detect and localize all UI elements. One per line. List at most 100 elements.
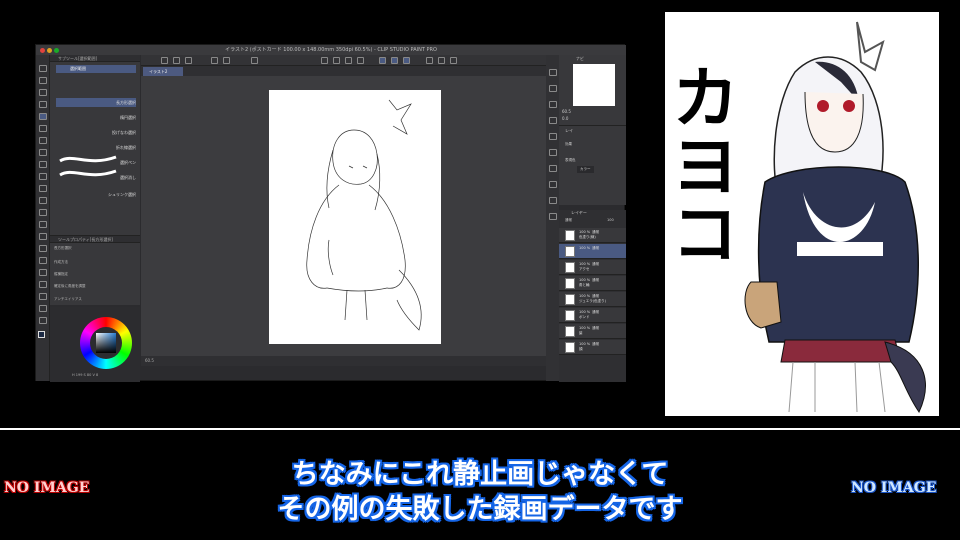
selection-tool-icon[interactable]	[39, 113, 47, 120]
tool-property-panel: ツールプロパティ[長方形選択] 長方形選択 作成方法 縦横指定 確定後に角度を調…	[50, 235, 140, 305]
expression-color-select[interactable]: カラー	[577, 166, 594, 173]
subtool-item-rect[interactable]: 長方形選択	[116, 100, 136, 106]
layer-row[interactable]: 100 % 通常 角と輪	[559, 276, 626, 291]
reference-icon[interactable]	[450, 57, 457, 64]
layer-opacity: 100 %	[579, 326, 591, 330]
correct-line-icon[interactable]	[39, 317, 47, 324]
subtool-header: サブツール[選択範囲]	[50, 55, 140, 62]
navigator-thumbnail[interactable]	[573, 64, 615, 106]
layer-opacity: 100 %	[579, 342, 591, 346]
save-icon[interactable]	[185, 57, 192, 64]
subtool-item-ellipse[interactable]: 楕円選択	[120, 115, 136, 121]
operation-tool-icon[interactable]	[39, 101, 47, 108]
snap-grid-icon[interactable]	[403, 57, 410, 64]
maximize-window-icon[interactable]	[54, 48, 59, 53]
eraser-icon[interactable]	[39, 209, 47, 216]
layer-lock-icon[interactable]	[438, 57, 445, 64]
hand-tool-icon[interactable]	[39, 77, 47, 84]
decoration-icon[interactable]	[39, 197, 47, 204]
opacity-value[interactable]: 100	[607, 218, 614, 222]
figure-icon[interactable]	[39, 257, 47, 264]
subtool-item-selection-eraser[interactable]: 選択消し	[120, 175, 136, 181]
transform-icon[interactable]	[357, 57, 364, 64]
layer-label: 100 % 通常顔	[579, 342, 599, 352]
layer-row[interactable]: 100 % 通常 ボンド	[559, 308, 626, 323]
layer-thumbnail	[565, 342, 575, 353]
layer-row[interactable]: 100 % 通常 ジュエラ(色塗り)	[559, 292, 626, 307]
layer-thumbnail	[565, 262, 575, 273]
zoom-value[interactable]: 60.5	[145, 358, 154, 363]
minimize-window-icon[interactable]	[47, 48, 52, 53]
layer-property-icon[interactable]	[549, 213, 557, 220]
subtool-item-lasso[interactable]: 投げなわ選択	[112, 130, 136, 136]
quick-access-icon[interactable]	[549, 197, 557, 204]
pen-tool-icon[interactable]	[39, 149, 47, 156]
layer-panel-tab[interactable]: レイヤー	[571, 210, 587, 216]
ruler-icon[interactable]	[39, 281, 47, 288]
layer-row[interactable]: 100 % 通常顔	[559, 340, 626, 355]
subtitle-line-1: ちなみにこれ静止画じゃなくて	[291, 459, 669, 490]
frame-border-icon[interactable]	[39, 269, 47, 276]
balloon-icon[interactable]	[39, 305, 47, 312]
move-tool-icon[interactable]	[39, 89, 47, 96]
layer-row[interactable]: 100 % 通常髪	[559, 324, 626, 339]
navigator-icon[interactable]	[549, 85, 557, 92]
snap-ruler-icon[interactable]	[379, 57, 386, 64]
crop-icon[interactable]	[333, 57, 340, 64]
gradient-icon[interactable]	[39, 245, 47, 252]
settings-icon[interactable]	[251, 57, 258, 64]
airbrush-icon[interactable]	[39, 185, 47, 192]
snap-special-ruler-icon[interactable]	[391, 57, 398, 64]
undo-icon[interactable]	[211, 57, 218, 64]
animation-icon[interactable]	[549, 181, 557, 188]
navigator-zoom[interactable]: 60.5	[562, 109, 571, 114]
main-color-swatch[interactable]	[38, 331, 45, 338]
subtool-item-polyline[interactable]: 折れ線選択	[116, 145, 136, 151]
redo-icon[interactable]	[223, 57, 230, 64]
canvas-tab[interactable]: イラスト2	[143, 67, 183, 76]
layer-label: 100 % 通常 アクセ	[579, 262, 599, 272]
open-file-icon[interactable]	[173, 57, 180, 64]
canvas-area[interactable]: イラスト2	[141, 66, 546, 356]
item-bank-icon[interactable]	[549, 149, 557, 156]
history-icon[interactable]	[549, 117, 557, 124]
prop-antialias[interactable]: アンチエイリアス	[54, 297, 82, 302]
canvas-paper[interactable]	[269, 90, 441, 344]
zoom-tool-icon[interactable]	[39, 65, 47, 72]
info-icon[interactable]	[549, 101, 557, 108]
blend-icon[interactable]	[39, 221, 47, 228]
brush-tool-icon[interactable]	[39, 173, 47, 180]
prop-aspect[interactable]: 縦横指定	[54, 272, 68, 277]
subtool-item-shrink[interactable]: シュリンク選択	[108, 192, 136, 198]
material-icon[interactable]	[549, 69, 557, 76]
layer-opacity: 100 %	[579, 278, 591, 282]
text-tool-icon[interactable]	[39, 293, 47, 300]
lock-icon[interactable]	[426, 57, 433, 64]
subtool-group-tab[interactable]: 選択範囲	[56, 65, 136, 73]
layer-search-icon[interactable]	[549, 165, 557, 172]
layer-name: 顔	[579, 347, 583, 351]
fill-icon[interactable]	[345, 57, 352, 64]
new-file-icon[interactable]	[161, 57, 168, 64]
layer-row[interactable]: 100 % 通常 色塗り(線)	[559, 228, 626, 243]
fill-tool-icon[interactable]	[39, 233, 47, 240]
layer-label: 100 % 通常髪	[579, 326, 599, 336]
layer-row[interactable]: 100 % 通常	[559, 244, 626, 259]
eyedropper-icon[interactable]	[39, 137, 47, 144]
subtool-item-selection-pen[interactable]: 選択ペン	[120, 160, 136, 166]
close-window-icon[interactable]	[40, 48, 45, 53]
layer-row[interactable]: 100 % 通常 アクセ	[559, 260, 626, 275]
right-icon-strip	[546, 55, 559, 381]
pencil-tool-icon[interactable]	[39, 161, 47, 168]
blend-mode-select[interactable]: 通常	[565, 218, 572, 223]
tool-property-title: 長方形選択	[54, 246, 72, 250]
auto-select-icon[interactable]	[39, 125, 47, 132]
prop-adjust-angle[interactable]: 確定後に角度を調整	[54, 284, 86, 289]
auto-action-icon[interactable]	[549, 133, 557, 140]
prop-creation-method[interactable]: 作成方法	[54, 260, 68, 265]
layer-property-tab[interactable]: レイ	[565, 128, 573, 134]
clear-icon[interactable]	[321, 57, 328, 64]
color-square[interactable]	[96, 333, 116, 353]
navigator-angle[interactable]: 0.0	[562, 116, 568, 121]
navigator-tab[interactable]: ナビ	[576, 56, 584, 62]
